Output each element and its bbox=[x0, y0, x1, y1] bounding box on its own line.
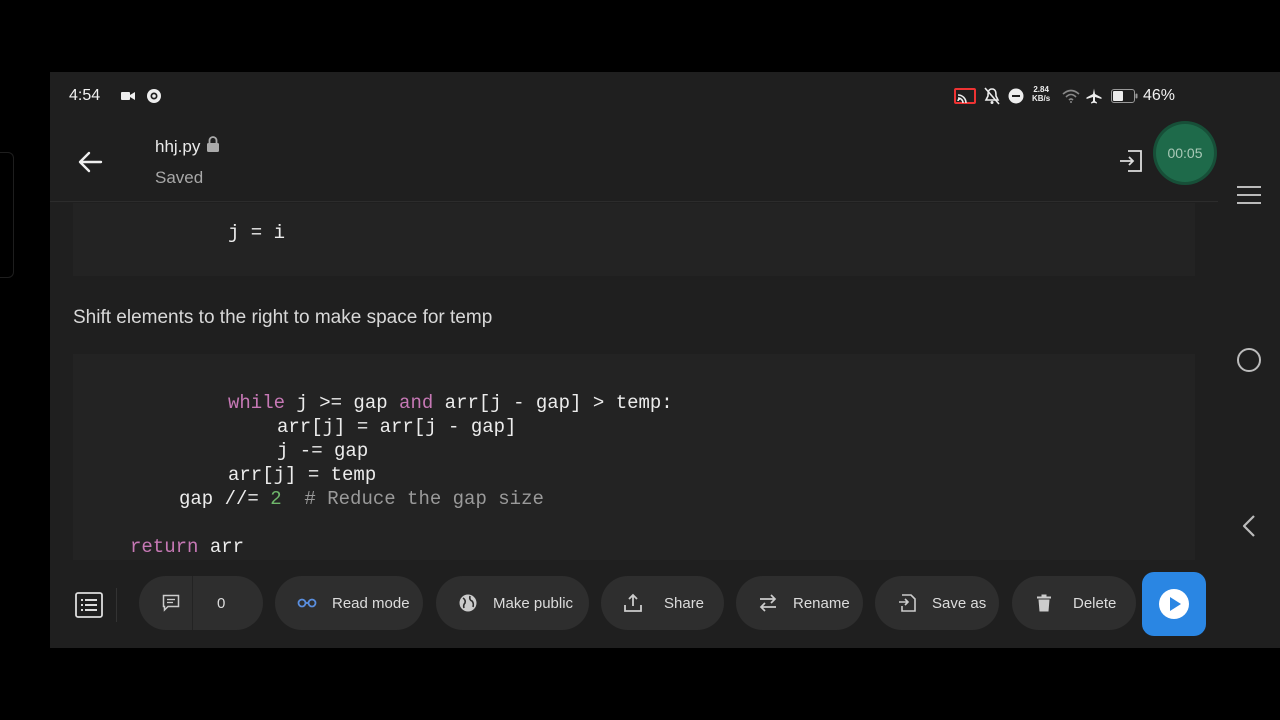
lock-icon bbox=[206, 136, 220, 157]
exit-button[interactable] bbox=[1118, 148, 1144, 174]
save-as-label: Save as bbox=[932, 594, 987, 612]
network-speed: 2.84 KB/s bbox=[1032, 85, 1051, 103]
code-line: j = i bbox=[228, 222, 286, 244]
cast-icon bbox=[953, 86, 977, 106]
code-cell[interactable]: while j >= gap and arr[j - gap] > temp: … bbox=[73, 354, 1195, 560]
code-line: return arr bbox=[130, 536, 245, 558]
rename-button[interactable]: Rename bbox=[736, 576, 863, 630]
comment-icon bbox=[159, 591, 183, 615]
comments-button[interactable]: 0 bbox=[139, 576, 263, 630]
code-line: j -= gap bbox=[277, 440, 369, 462]
make-public-button[interactable]: Make public bbox=[436, 576, 589, 630]
markdown-cell[interactable]: Shift elements to the right to make spac… bbox=[73, 307, 492, 329]
trash-icon bbox=[1032, 591, 1056, 615]
system-nav-bar bbox=[1218, 120, 1280, 648]
home-circle-icon[interactable] bbox=[1234, 345, 1264, 375]
code-line: arr[j] = temp bbox=[228, 464, 377, 486]
glasses-icon bbox=[295, 591, 319, 615]
status-time: 4:54 bbox=[69, 87, 101, 104]
mute-icon bbox=[983, 86, 1001, 106]
notebook-content: j = i Shift elements to the right to mak… bbox=[50, 203, 1218, 560]
code-line: arr[j] = arr[j - gap] bbox=[277, 416, 517, 438]
app-header: hhj.py Saved 00:05 bbox=[50, 120, 1218, 202]
code-line: while j >= gap and arr[j - gap] > temp: bbox=[228, 392, 673, 414]
save-as-icon bbox=[895, 591, 919, 615]
save-as-button[interactable]: Save as bbox=[875, 576, 999, 630]
battery-percent: 46% bbox=[1143, 87, 1176, 104]
code-line: gap //= 2 # Reduce the gap size bbox=[179, 488, 544, 510]
run-button[interactable] bbox=[1142, 572, 1206, 636]
back-arrow-icon bbox=[78, 151, 103, 173]
save-status: Saved bbox=[155, 168, 204, 187]
back-button[interactable] bbox=[72, 144, 108, 180]
battery-icon bbox=[1110, 86, 1138, 106]
status-bar: 4:54 2.84 KB/s 46% bbox=[50, 72, 1280, 120]
dnd-icon bbox=[1007, 86, 1025, 106]
read-mode-button[interactable]: Read mode bbox=[275, 576, 423, 630]
read-mode-label: Read mode bbox=[332, 594, 410, 612]
vpn-icon bbox=[145, 86, 163, 106]
share-icon bbox=[621, 591, 645, 615]
make-public-label: Make public bbox=[493, 594, 574, 612]
side-edge-handle bbox=[0, 152, 14, 278]
back-chevron-icon[interactable] bbox=[1234, 511, 1264, 541]
exit-icon bbox=[1120, 150, 1142, 172]
code-cell[interactable]: j = i bbox=[73, 203, 1195, 276]
comments-count: 0 bbox=[217, 594, 226, 612]
rename-label: Rename bbox=[793, 594, 850, 612]
swap-icon bbox=[756, 591, 780, 615]
file-name: hhj.py bbox=[155, 136, 201, 156]
comments-separator bbox=[192, 576, 193, 630]
recording-timer[interactable]: 00:05 bbox=[1156, 124, 1214, 182]
bottom-toolbar: 0 Read mode Make public Share Rename Sav… bbox=[50, 560, 1218, 648]
airplane-icon bbox=[1085, 86, 1103, 106]
video-icon bbox=[120, 86, 136, 106]
wifi-icon bbox=[1061, 86, 1081, 106]
file-title[interactable]: hhj.py bbox=[155, 136, 220, 157]
globe-icon bbox=[456, 591, 480, 615]
toc-icon bbox=[75, 592, 103, 618]
share-label: Share bbox=[664, 594, 705, 612]
play-icon bbox=[1159, 589, 1189, 619]
device-screen: 4:54 2.84 KB/s 46% hhj.py Saved 00:05 j … bbox=[50, 72, 1280, 648]
menu-icon[interactable] bbox=[1234, 180, 1264, 210]
toolbar-divider bbox=[116, 588, 117, 622]
delete-label: Delete bbox=[1073, 594, 1117, 612]
delete-button[interactable]: Delete bbox=[1012, 576, 1136, 630]
share-button[interactable]: Share bbox=[601, 576, 724, 630]
table-of-contents-button[interactable] bbox=[74, 590, 104, 620]
